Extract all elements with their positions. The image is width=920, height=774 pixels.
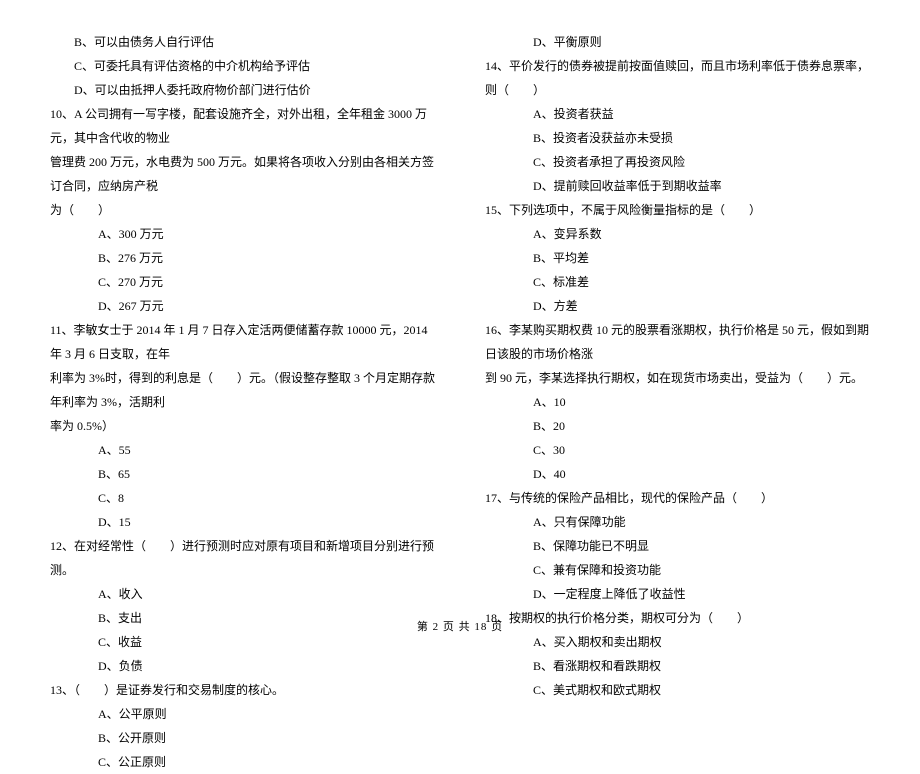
text-line: C、8 bbox=[50, 486, 435, 510]
text-line: B、看涨期权和看跌期权 bbox=[485, 654, 870, 678]
text-line: D、40 bbox=[485, 462, 870, 486]
text-line: C、可委托具有评估资格的中介机构给予评估 bbox=[50, 54, 435, 78]
text-line: B、平均差 bbox=[485, 246, 870, 270]
text-line: D、提前赎回收益率低于到期收益率 bbox=[485, 174, 870, 198]
text-line: 利率为 3%时，得到的利息是（ ）元。（假设整存整取 3 个月定期存款年利率为 … bbox=[50, 366, 435, 414]
text-line: D、方差 bbox=[485, 294, 870, 318]
text-line: C、标准差 bbox=[485, 270, 870, 294]
text-line: 17、与传统的保险产品相比，现代的保险产品（ ） bbox=[485, 486, 870, 510]
right-column: D、平衡原则14、平价发行的债券被提前按面值赎回，而且市场利率低于债券息票率，则… bbox=[485, 30, 870, 774]
text-line: C、兼有保障和投资功能 bbox=[485, 558, 870, 582]
text-line: D、一定程度上降低了收益性 bbox=[485, 582, 870, 606]
text-line: 13、（ ）是证券发行和交易制度的核心。 bbox=[50, 678, 435, 702]
text-line: B、可以由债务人自行评估 bbox=[50, 30, 435, 54]
text-line: A、收入 bbox=[50, 582, 435, 606]
text-line: 12、在对经常性（ ）进行预测时应对原有项目和新增项目分别进行预测。 bbox=[50, 534, 435, 582]
text-line: 16、李某购买期权费 10 元的股票看涨期权，执行价格是 50 元，假如到期日该… bbox=[485, 318, 870, 366]
text-line: A、10 bbox=[485, 390, 870, 414]
text-line: A、公平原则 bbox=[50, 702, 435, 726]
text-line: 管理费 200 万元，水电费为 500 万元。如果将各项收入分别由各相关方签订合… bbox=[50, 150, 435, 198]
text-line: B、投资者没获益亦未受损 bbox=[485, 126, 870, 150]
text-line: C、270 万元 bbox=[50, 270, 435, 294]
text-line: A、300 万元 bbox=[50, 222, 435, 246]
text-line: A、只有保障功能 bbox=[485, 510, 870, 534]
text-line: A、变异系数 bbox=[485, 222, 870, 246]
text-line: C、美式期权和欧式期权 bbox=[485, 678, 870, 702]
text-line: D、平衡原则 bbox=[485, 30, 870, 54]
text-line: A、投资者获益 bbox=[485, 102, 870, 126]
text-line: C、30 bbox=[485, 438, 870, 462]
text-line: A、55 bbox=[50, 438, 435, 462]
page-body: B、可以由债务人自行评估C、可委托具有评估资格的中介机构给予评估D、可以由抵押人… bbox=[50, 30, 870, 774]
text-line: D、可以由抵押人委托政府物价部门进行估价 bbox=[50, 78, 435, 102]
text-line: B、276 万元 bbox=[50, 246, 435, 270]
text-line: C、投资者承担了再投资风险 bbox=[485, 150, 870, 174]
text-line: D、负债 bbox=[50, 654, 435, 678]
text-line: 11、李敏女士于 2014 年 1 月 7 日存入定活两便储蓄存款 10000 … bbox=[50, 318, 435, 366]
text-line: 14、平价发行的债券被提前按面值赎回，而且市场利率低于债券息票率，则（ ） bbox=[485, 54, 870, 102]
text-line: B、保障功能已不明显 bbox=[485, 534, 870, 558]
text-line: D、15 bbox=[50, 510, 435, 534]
text-line: 率为 0.5%） bbox=[50, 414, 435, 438]
left-column: B、可以由债务人自行评估C、可委托具有评估资格的中介机构给予评估D、可以由抵押人… bbox=[50, 30, 435, 774]
text-line: B、公开原则 bbox=[50, 726, 435, 750]
text-line: B、65 bbox=[50, 462, 435, 486]
text-line: C、公正原则 bbox=[50, 750, 435, 774]
text-line: 到 90 元，李某选择执行期权，如在现货市场卖出，受益为（ ）元。 bbox=[485, 366, 870, 390]
text-line: 为（ ） bbox=[50, 198, 435, 222]
text-line: 10、A 公司拥有一写字楼，配套设施齐全，对外出租，全年租金 3000 万元，其… bbox=[50, 102, 435, 150]
text-line: 15、下列选项中，不属于风险衡量指标的是（ ） bbox=[485, 198, 870, 222]
text-line: B、20 bbox=[485, 414, 870, 438]
text-line: D、267 万元 bbox=[50, 294, 435, 318]
page-footer: 第 2 页 共 18 页 bbox=[0, 616, 920, 638]
